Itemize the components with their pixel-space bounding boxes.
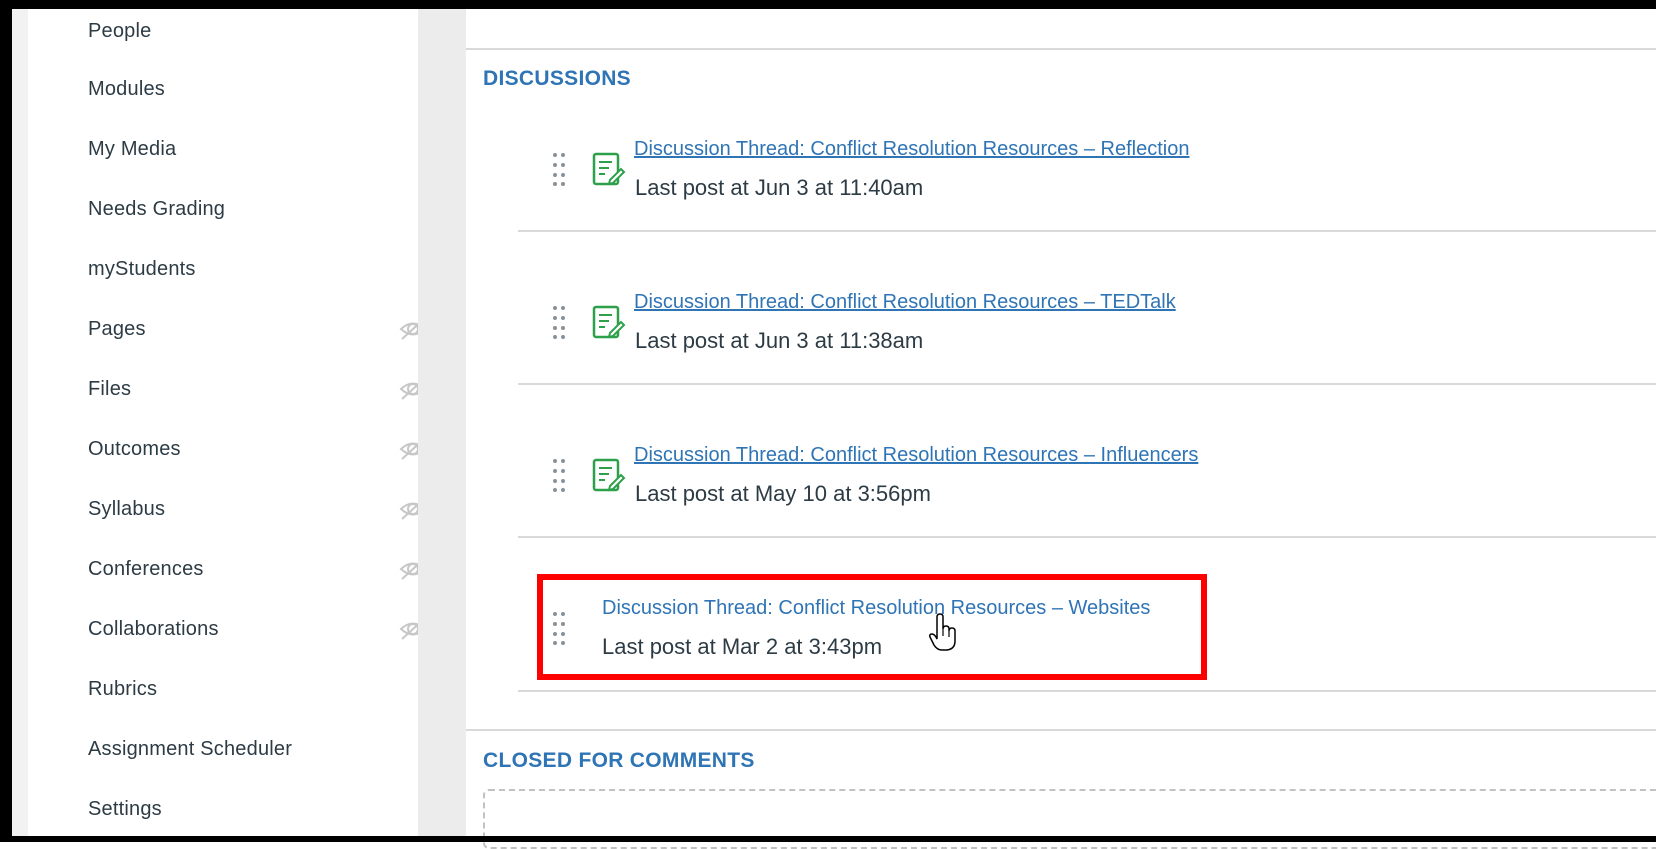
sidebar-item-label: Syllabus [88, 498, 166, 520]
sidebar-item-mystudents[interactable]: myStudents [88, 254, 388, 284]
discussion-edit-icon [592, 152, 626, 186]
sidebar-item-people[interactable]: People [88, 16, 388, 46]
sidebar-item-label: myStudents [88, 258, 196, 280]
row-divider [518, 230, 1656, 232]
sidebar-item-label: Pages [88, 318, 146, 340]
sidebar-item-label: Assignment Scheduler [88, 738, 293, 760]
sidebar-item-label: Collaborations [88, 618, 219, 640]
discussion-last-post: Last post at Jun 3 at 11:38am [635, 328, 924, 353]
discussion-link[interactable]: Discussion Thread: Conflict Resolution R… [634, 444, 1198, 467]
sidebar-item-conferences[interactable]: Conferences [88, 554, 427, 584]
sidebar-item-settings[interactable]: Settings [88, 794, 388, 824]
drag-handle-icon[interactable] [551, 151, 567, 187]
sidebar-item-label: People [88, 20, 152, 42]
sidebar-item-label: My Media [88, 138, 177, 160]
sidebar-item-syllabus[interactable]: Syllabus [88, 494, 427, 524]
discussion-edit-icon [592, 458, 626, 492]
sidebar-item-collaborations[interactable]: Collaborations [88, 614, 427, 644]
discussion-edit-icon [592, 305, 626, 339]
section-title-discussions: DISCUSSIONS [483, 67, 631, 90]
sidebar-item-label: Rubrics [88, 678, 158, 700]
row-divider [518, 536, 1656, 538]
section-divider [466, 729, 1656, 731]
discussion-link[interactable]: Discussion Thread: Conflict Resolution R… [634, 291, 1176, 314]
section-divider [466, 48, 1656, 50]
hand-pointer-cursor-icon [929, 613, 956, 651]
frame-border-bottom [0, 836, 1656, 842]
sidebar-item-pages[interactable]: Pages [88, 314, 427, 344]
left-edge-strip [12, 9, 28, 836]
layout-gutter [418, 9, 466, 836]
highlight-box [537, 574, 1207, 680]
course-navigation: People Modules My Media Needs Grading my… [28, 9, 427, 836]
sidebar-item-assignment-scheduler[interactable]: Assignment Scheduler [88, 734, 388, 764]
sidebar-item-needs-grading[interactable]: Needs Grading [88, 194, 388, 224]
sidebar-item-label: Files [88, 378, 132, 400]
discussion-link[interactable]: Discussion Thread: Conflict Resolution R… [634, 138, 1189, 161]
sidebar-item-label: Needs Grading [88, 198, 226, 220]
sidebar-item-label: Conferences [88, 558, 204, 580]
drag-handle-icon[interactable] [551, 457, 567, 493]
sidebar-item-my-media[interactable]: My Media [88, 134, 388, 164]
sidebar-item-label: Settings [88, 798, 162, 820]
row-divider [518, 690, 1656, 692]
discussion-last-post: Last post at May 10 at 3:56pm [635, 481, 931, 506]
sidebar-item-modules[interactable]: Modules [88, 74, 388, 104]
frame-border-top [0, 0, 1656, 9]
drag-handle-icon[interactable] [551, 304, 567, 340]
frame-border-left [0, 0, 12, 842]
sidebar-item-label: Outcomes [88, 438, 181, 460]
sidebar-item-files[interactable]: Files [88, 374, 427, 404]
sidebar-item-outcomes[interactable]: Outcomes [88, 434, 427, 464]
sidebar-item-rubrics[interactable]: Rubrics [88, 674, 388, 704]
sidebar-item-label: Modules [88, 78, 165, 100]
screenshot-frame: People Modules My Media Needs Grading my… [0, 0, 1656, 849]
row-divider [518, 383, 1656, 385]
discussion-last-post: Last post at Jun 3 at 11:40am [635, 175, 924, 200]
section-title-closed-for-comments: CLOSED FOR COMMENTS [483, 749, 755, 772]
